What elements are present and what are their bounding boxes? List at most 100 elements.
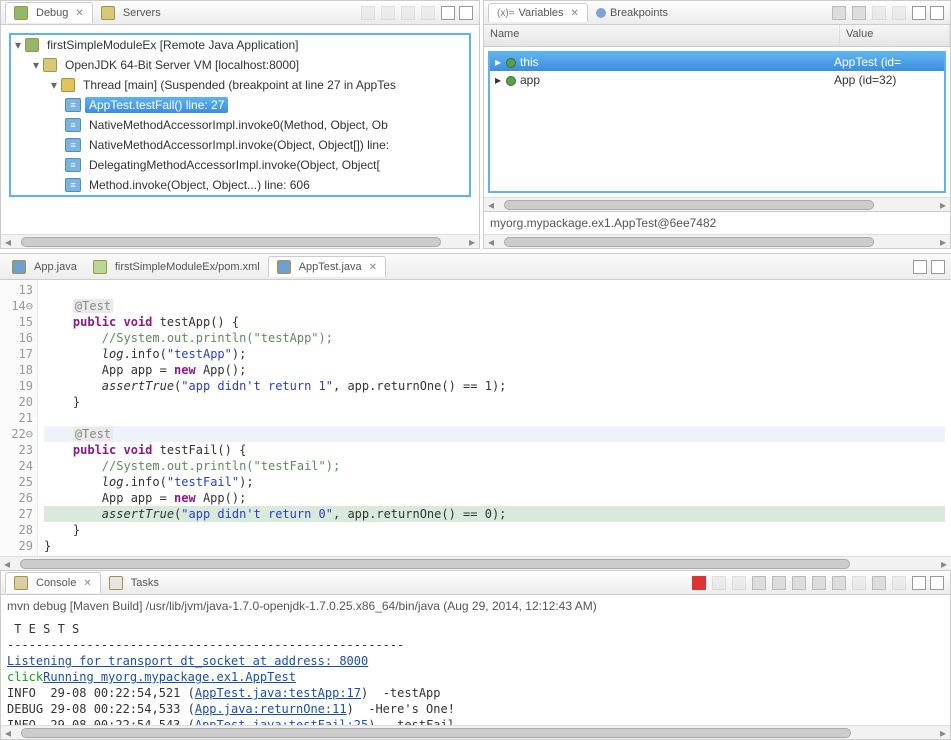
debug-view: Debug ✕ Servers ▾firstSimpleModuleEx [Re… — [0, 0, 480, 249]
minimize-icon[interactable] — [912, 6, 926, 20]
servers-icon — [101, 6, 115, 20]
new-console-icon[interactable] — [872, 576, 886, 590]
menu-icon[interactable] — [852, 576, 866, 590]
maximize-icon[interactable] — [930, 6, 944, 20]
launch-config[interactable]: firstSimpleModuleEx [Remote Java Applica… — [43, 37, 302, 53]
xml-icon — [93, 260, 107, 274]
menu-icon[interactable] — [892, 6, 906, 20]
menu-icon[interactable] — [421, 6, 435, 20]
toolbar-icon[interactable] — [832, 6, 846, 20]
java-icon — [277, 260, 291, 274]
thread-node[interactable]: Thread [main] (Suspended (breakpoint at … — [79, 77, 400, 93]
editor-tab[interactable]: AppTest.java ✕ — [268, 256, 386, 277]
tasks-icon — [109, 576, 123, 590]
console-icon — [14, 576, 28, 590]
vm-node[interactable]: OpenJDK 64-Bit Server VM [localhost:8000… — [61, 57, 303, 73]
hscrollbar[interactable]: ◂▸ — [1, 725, 950, 739]
frame-icon: ≡ — [65, 158, 81, 172]
scroll-lock-icon[interactable] — [752, 576, 766, 590]
console-view: Console✕ Tasks mvn debug [Maven Build] /… — [0, 570, 951, 740]
col-value[interactable]: Value — [840, 25, 950, 46]
suspend-icon[interactable] — [381, 6, 395, 20]
tab-label: Console — [36, 577, 76, 589]
col-name[interactable]: Name — [484, 25, 840, 46]
minimize-icon[interactable] — [912, 576, 926, 590]
frame-label: NativeMethodAccessorImpl.invoke0(Method,… — [85, 117, 392, 133]
launch-icon — [25, 38, 39, 52]
stack-frame[interactable]: ≡ NativeMethodAccessorImpl.invoke0(Method… — [11, 115, 469, 135]
java-icon — [12, 260, 26, 274]
tab-label: Breakpoints — [610, 7, 668, 19]
tab-label: firstSimpleModuleEx/pom.xml — [115, 261, 260, 273]
editor-tab[interactable]: App.java — [4, 257, 85, 277]
open-icon[interactable] — [832, 576, 846, 590]
remove-launch-icon[interactable] — [712, 576, 726, 590]
frame-label: NativeMethodAccessorImpl.invoke(Object, … — [85, 137, 393, 153]
minimize-icon[interactable] — [441, 6, 455, 20]
close-icon[interactable]: ✕ — [83, 578, 91, 589]
var-icon — [506, 58, 516, 68]
maximize-icon[interactable] — [459, 6, 473, 20]
variable-row[interactable]: ▸appApp (id=32) — [490, 71, 944, 89]
frame-icon: ≡ — [65, 178, 81, 192]
console-output[interactable]: T E S T S-------------------------------… — [1, 617, 950, 725]
tab-variables[interactable]: (x)= Variables ✕ — [488, 3, 588, 22]
remove-all-icon[interactable] — [732, 576, 746, 590]
toolbar-icon[interactable] — [852, 6, 866, 20]
editor-area: App.java firstSimpleModuleEx/pom.xml App… — [0, 253, 951, 570]
close-icon[interactable]: ✕ — [75, 8, 83, 19]
hscrollbar[interactable]: ◂▸ — [1, 234, 479, 248]
terminate-icon[interactable] — [401, 6, 415, 20]
tab-label: Servers — [123, 7, 161, 19]
frame-icon: ≡ — [65, 118, 81, 132]
minimize-icon[interactable] — [913, 260, 927, 274]
tab-console[interactable]: Console ✕ — [5, 572, 101, 593]
display-icon[interactable] — [812, 576, 826, 590]
breakpoints-icon — [596, 8, 606, 18]
frame-icon: ≡ — [65, 138, 81, 152]
vars-header: Name Value — [484, 25, 950, 47]
clear-icon[interactable] — [772, 576, 786, 590]
thread-icon — [61, 78, 75, 92]
tab-label: Debug — [36, 7, 68, 19]
close-icon[interactable]: ✕ — [369, 262, 377, 273]
terminate-icon[interactable] — [692, 576, 706, 590]
hscrollbar[interactable]: ◂▸ — [484, 197, 950, 211]
stack-frame[interactable]: ≡ NativeMethodAccessorImpl.invoke(Object,… — [11, 135, 469, 155]
variables-icon: (x)= — [497, 8, 515, 19]
editor-tabbar: App.java firstSimpleModuleEx/pom.xml App… — [0, 254, 951, 280]
toolbar-icon[interactable] — [872, 6, 886, 20]
console-tabbar: Console ✕ Tasks — [1, 571, 950, 595]
hscrollbar[interactable]: ◂▸ — [484, 234, 950, 248]
line-gutter[interactable]: 1314⊖1516171819202122⊖23242526272829 — [0, 280, 38, 556]
debug-tabbar: Debug ✕ Servers — [1, 1, 479, 25]
variable-row[interactable]: ▸thisAppTest (id= — [490, 53, 944, 71]
maximize-icon[interactable] — [930, 576, 944, 590]
frame-label: DelegatingMethodAccessorImpl.invoke(Obje… — [85, 157, 384, 173]
resume-icon[interactable] — [361, 6, 375, 20]
frame-icon: ≡ — [65, 98, 81, 112]
tab-servers[interactable]: Servers — [93, 3, 169, 23]
dropdown-icon[interactable] — [892, 576, 906, 590]
frame-label: AppTest.testFail() line: 27 — [85, 97, 228, 113]
tab-debug[interactable]: Debug ✕ — [5, 2, 93, 23]
tab-label: AppTest.java — [299, 261, 362, 273]
tab-label: Tasks — [131, 577, 159, 589]
variables-view: (x)= Variables ✕ Breakpoints Name Value … — [483, 0, 951, 249]
close-icon[interactable]: ✕ — [571, 8, 579, 19]
stack-frame[interactable]: ≡ Method.invoke(Object, Object...) line: … — [11, 175, 469, 195]
var-detail: myorg.mypackage.ex1.AppTest@6ee7482 — [484, 211, 950, 234]
pin-icon[interactable] — [792, 576, 806, 590]
code-editor[interactable]: @Test public void testApp() { //System.o… — [38, 280, 951, 556]
debug-tree[interactable]: ▾firstSimpleModuleEx [Remote Java Applic… — [1, 25, 479, 234]
tab-label: Variables — [519, 7, 564, 19]
tab-tasks[interactable]: Tasks — [101, 573, 167, 593]
hscrollbar[interactable]: ◂▸ — [0, 556, 951, 570]
tab-breakpoints[interactable]: Breakpoints — [588, 4, 676, 22]
maximize-icon[interactable] — [931, 260, 945, 274]
frame-label: Method.invoke(Object, Object...) line: 6… — [85, 177, 314, 193]
stack-frame[interactable]: ≡ DelegatingMethodAccessorImpl.invoke(Obj… — [11, 155, 469, 175]
editor-tab[interactable]: firstSimpleModuleEx/pom.xml — [85, 257, 268, 277]
stack-frame[interactable]: ≡ AppTest.testFail() line: 27 — [11, 95, 469, 115]
var-icon — [506, 76, 516, 86]
